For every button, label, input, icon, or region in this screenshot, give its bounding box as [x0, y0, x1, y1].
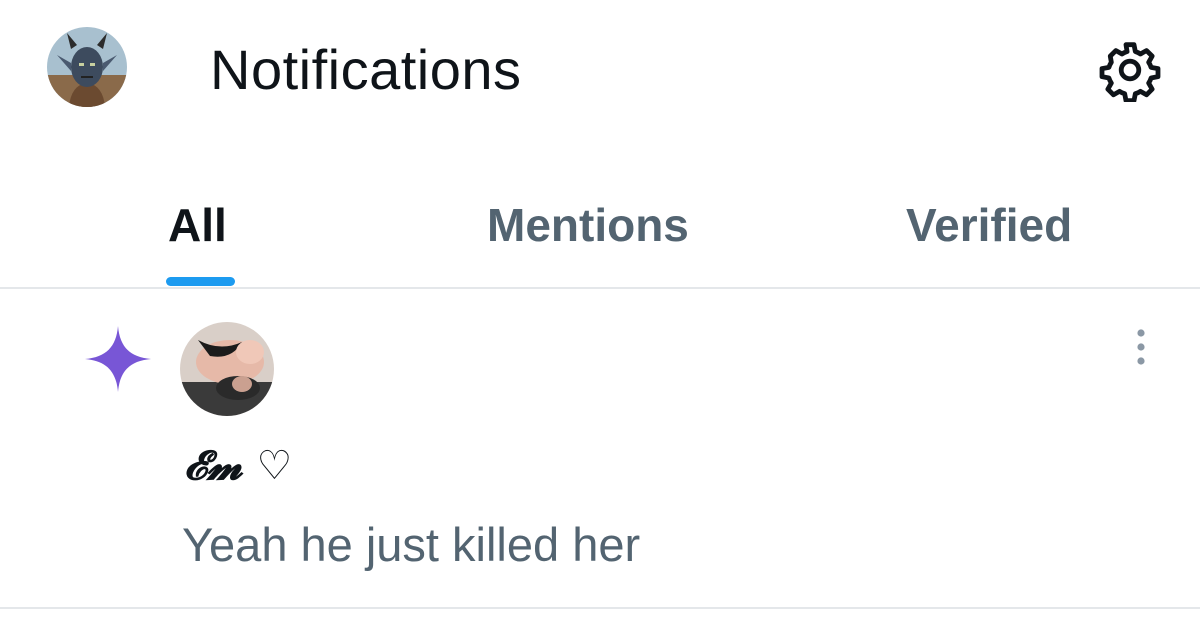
- tab-mentions[interactable]: Mentions: [487, 190, 689, 260]
- notification-text: Yeah he just killed her: [182, 518, 641, 571]
- user-avatar-image: [180, 322, 274, 416]
- settings-button[interactable]: [1098, 38, 1162, 104]
- more-options-button[interactable]: [1124, 327, 1158, 367]
- notification-username[interactable]: 𝓔𝓶 ♡: [184, 441, 292, 491]
- user-avatar[interactable]: [180, 322, 274, 416]
- profile-avatar[interactable]: [47, 27, 127, 107]
- tab-verified[interactable]: Verified: [906, 190, 1072, 260]
- gear-icon: [1099, 42, 1161, 104]
- profile-avatar-image: [47, 27, 127, 107]
- page-title: Notifications: [210, 38, 522, 101]
- active-tab-indicator: [166, 277, 235, 286]
- more-vertical-icon: [1137, 329, 1145, 365]
- notification-item[interactable]: 𝓔𝓶 ♡ Yeah he just killed her: [0, 289, 1200, 607]
- notification-divider: [0, 607, 1200, 609]
- sparkle-icon: [85, 326, 151, 392]
- tab-all[interactable]: All: [168, 190, 227, 260]
